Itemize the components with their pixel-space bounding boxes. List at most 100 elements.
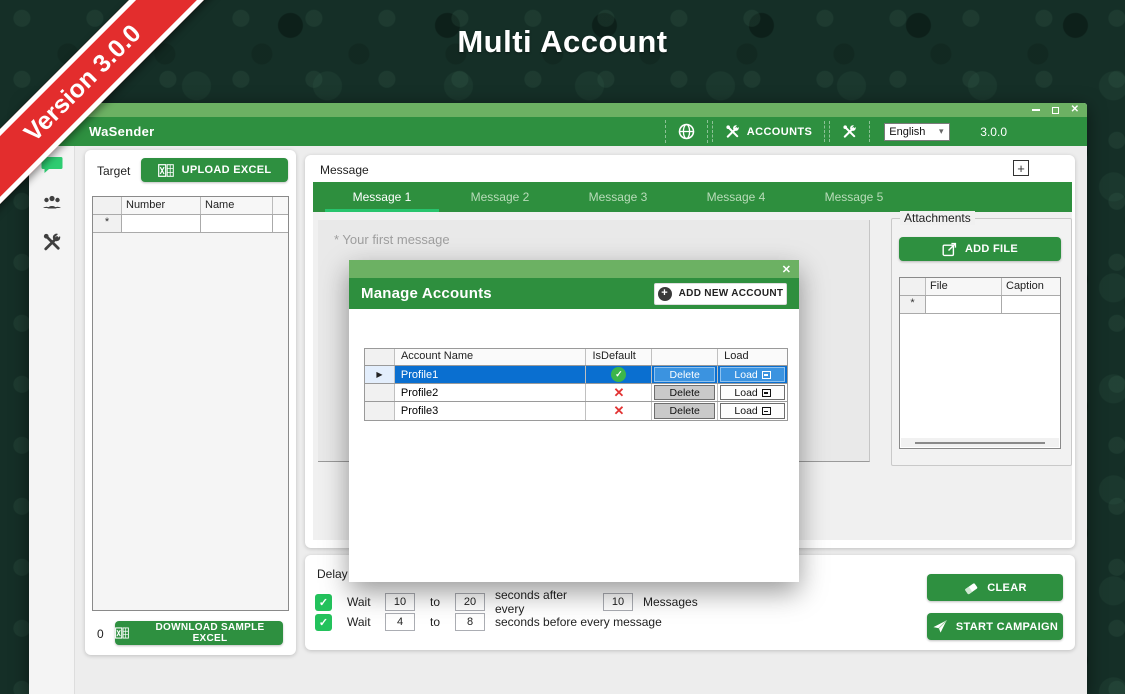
- sidebar-item-tools[interactable]: [42, 232, 62, 252]
- dialog-titlebar: ✕: [349, 260, 799, 278]
- manage-accounts-dialog: ✕ Manage Accounts + ADD NEW ACCOUNT Acco…: [349, 260, 799, 582]
- sidebar-item-contacts[interactable]: [41, 194, 63, 212]
- accounts-table-header: Account Name IsDefault Load: [365, 349, 787, 366]
- web-button[interactable]: [665, 120, 708, 143]
- accounts-button[interactable]: ACCOUNTS: [712, 121, 826, 142]
- delete-account-button[interactable]: Delete: [654, 385, 715, 400]
- account-name: Profile2: [395, 384, 587, 401]
- to-label: to: [425, 595, 445, 609]
- close-icon[interactable]: ✕: [1071, 105, 1079, 115]
- target-table-header: Number Name: [93, 197, 288, 215]
- scrollbar-thumb[interactable]: [915, 442, 1045, 444]
- target-title: Target: [97, 164, 130, 178]
- minimize-icon[interactable]: [1032, 109, 1040, 111]
- delay-after-checkbox[interactable]: ✓: [315, 594, 332, 611]
- tab-message-4[interactable]: Message 4: [677, 182, 795, 212]
- delay-row-after: ✓ Wait to seconds after every Messages: [315, 588, 698, 616]
- column-isdefault[interactable]: IsDefault: [586, 349, 652, 365]
- column-name[interactable]: Name: [201, 197, 273, 214]
- attachments-table[interactable]: File Caption *: [899, 277, 1061, 449]
- maximize-icon[interactable]: [1052, 107, 1059, 114]
- tab-message-3[interactable]: Message 3: [559, 182, 677, 212]
- delay-before-checkbox[interactable]: ✓: [315, 614, 332, 631]
- messages-label: Messages: [643, 595, 698, 609]
- tab-message-1[interactable]: Message 1: [323, 182, 441, 212]
- load-account-button[interactable]: Load: [720, 367, 785, 382]
- app-window: ✕ WaSender ACCOUNTS English: [29, 103, 1087, 694]
- attachments-table-header: File Caption: [900, 278, 1060, 296]
- account-row-profile1[interactable]: ▶ Profile1 ✓ Delete Load: [365, 366, 787, 384]
- table-row[interactable]: *: [900, 296, 1060, 314]
- column-file[interactable]: File: [926, 278, 1002, 295]
- column-account-name[interactable]: Account Name: [395, 349, 587, 365]
- account-row-profile3[interactable]: Profile3 ✕ Delete Load: [365, 402, 787, 420]
- window-titlebar: ✕: [29, 103, 1087, 117]
- delete-account-button[interactable]: Delete: [654, 367, 715, 382]
- download-sample-label: DOWNLOAD SAMPLE EXCEL: [137, 622, 283, 644]
- message-tabbar: Message 1 Message 2 Message 3 Message 4 …: [313, 182, 1072, 212]
- to-label: to: [425, 615, 445, 629]
- check-icon: ✓: [319, 596, 328, 609]
- excel-icon: [115, 627, 129, 639]
- every-count-input[interactable]: [603, 593, 633, 611]
- upload-excel-label: UPLOAD EXCEL: [182, 164, 272, 176]
- before-every-label: seconds before every message: [495, 615, 662, 629]
- tools-icon: [842, 124, 857, 139]
- load-window-icon: [762, 389, 771, 397]
- app-toolbar: WaSender ACCOUNTS English ▾: [29, 117, 1087, 146]
- target-table[interactable]: Number Name *: [92, 196, 289, 611]
- message-placeholder: * Your first message: [334, 232, 450, 247]
- delete-account-button[interactable]: Delete: [654, 403, 715, 419]
- dialog-header: Manage Accounts + ADD NEW ACCOUNT: [349, 278, 799, 309]
- close-icon[interactable]: ✕: [782, 263, 791, 276]
- load-window-icon: [762, 407, 771, 415]
- target-panel: Target UPLOAD EXCEL Number Name *: [85, 150, 296, 655]
- new-row-marker: *: [900, 296, 926, 313]
- account-name: Profile1: [395, 366, 587, 383]
- wait-label: Wait: [347, 615, 385, 629]
- settings-button[interactable]: [829, 121, 870, 142]
- account-row-profile2[interactable]: Profile2 ✕ Delete Load: [365, 384, 787, 402]
- attachments-title: Attachments: [900, 211, 975, 225]
- excel-icon: [158, 164, 174, 177]
- clear-label: CLEAR: [987, 582, 1026, 594]
- app-title: WaSender: [89, 124, 155, 139]
- after-every-label: seconds after every: [495, 588, 595, 616]
- attachments-group: Attachments ADD FILE File Caption: [891, 218, 1072, 466]
- message-title: Message: [320, 163, 369, 177]
- target-count: 0: [97, 627, 104, 641]
- wait-to-input[interactable]: [455, 613, 485, 631]
- version-label: 3.0.0: [980, 125, 1007, 139]
- add-file-button[interactable]: ADD FILE: [899, 237, 1061, 261]
- language-select[interactable]: English ▾: [884, 123, 950, 141]
- language-value: English: [885, 126, 933, 138]
- column-number[interactable]: Number: [122, 197, 201, 214]
- start-campaign-button[interactable]: START CAMPAIGN: [927, 613, 1063, 640]
- tab-message-5[interactable]: Message 5: [795, 182, 913, 212]
- accounts-label: ACCOUNTS: [747, 126, 813, 138]
- wait-from-input[interactable]: [385, 613, 415, 631]
- load-account-button[interactable]: Load: [720, 403, 785, 419]
- check-icon: ✓: [319, 616, 328, 629]
- globe-icon: [678, 123, 695, 140]
- export-icon: [942, 242, 957, 257]
- add-file-label: ADD FILE: [965, 243, 1018, 255]
- upload-excel-button[interactable]: UPLOAD EXCEL: [141, 158, 288, 182]
- download-sample-button[interactable]: DOWNLOAD SAMPLE EXCEL: [115, 621, 283, 645]
- column-caption[interactable]: Caption: [1002, 278, 1059, 295]
- not-default-cross-icon: ✕: [613, 403, 624, 419]
- horizontal-scrollbar[interactable]: [901, 438, 1059, 447]
- add-new-account-label: ADD NEW ACCOUNT: [679, 288, 784, 299]
- add-message-button[interactable]: +: [1013, 160, 1029, 176]
- clear-button[interactable]: CLEAR: [927, 574, 1063, 601]
- tools-icon: [725, 124, 740, 139]
- wait-to-input[interactable]: [455, 593, 485, 611]
- accounts-table: Account Name IsDefault Load ▶ Profile1 ✓…: [364, 348, 788, 421]
- column-load[interactable]: Load: [718, 349, 787, 365]
- add-new-account-button[interactable]: + ADD NEW ACCOUNT: [654, 283, 787, 305]
- table-row[interactable]: *: [93, 215, 288, 233]
- wait-from-input[interactable]: [385, 593, 415, 611]
- delay-row-before: ✓ Wait to seconds before every message: [315, 613, 662, 631]
- load-account-button[interactable]: Load: [720, 385, 785, 400]
- tab-message-2[interactable]: Message 2: [441, 182, 559, 212]
